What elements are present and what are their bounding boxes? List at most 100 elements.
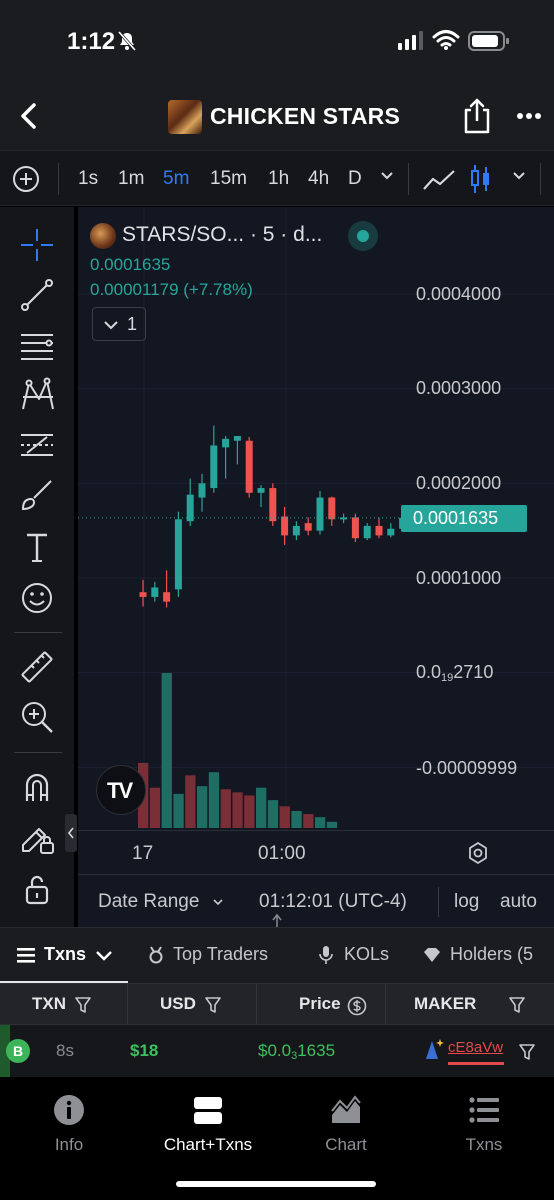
filter-icon[interactable]: [204, 996, 222, 1014]
filter-icon[interactable]: [74, 996, 92, 1014]
pair-label[interactable]: STARS/SO... · 5 · d...: [122, 223, 322, 247]
cellular-signal-icon: [398, 31, 423, 50]
pattern-tool-icon[interactable]: [19, 377, 55, 413]
interval-5m[interactable]: 5m: [163, 168, 189, 190]
tab-kols[interactable]: KOLs: [344, 944, 389, 965]
magnet-icon[interactable]: [19, 769, 55, 805]
divider: [438, 887, 439, 917]
candle-body: [186, 494, 194, 522]
filter-maker-icon[interactable]: [518, 1043, 536, 1061]
tab-top-traders[interactable]: Top Traders: [173, 944, 268, 965]
x-axis-label: 17: [132, 843, 154, 864]
battery-icon: [468, 31, 509, 51]
toolbar-divider: [58, 163, 59, 195]
volume-bar: [220, 789, 231, 828]
zoom-in-icon[interactable]: [19, 699, 55, 735]
interval-1m[interactable]: 1m: [118, 168, 144, 190]
nav-chart[interactable]: Chart: [286, 1093, 406, 1155]
prediction-tool-icon[interactable]: [19, 427, 55, 463]
legend-change: 0.00001179 (+7.78%): [90, 280, 253, 299]
share-icon[interactable]: [462, 98, 492, 134]
y-axis-label: 0.0003000: [416, 378, 502, 398]
page-title: CHICKEN STARS: [210, 103, 401, 129]
nav-chart-txns[interactable]: Chart+Txns: [148, 1093, 268, 1155]
unlock-icon[interactable]: [19, 871, 55, 907]
volume-bar: [303, 814, 314, 828]
app-header: CHICKEN STARS: [0, 84, 554, 150]
col-price[interactable]: Price: [257, 984, 386, 1026]
price-chart[interactable]: STARS/SO... · 5 · d... 0.0001635 0.00001…: [78, 207, 554, 927]
candle-body: [363, 525, 371, 539]
crosshair-icon[interactable]: [19, 227, 55, 263]
candle-body: [151, 587, 159, 597]
table-row[interactable]: B 8s $18 $0.031635 cE8aVw: [0, 1025, 554, 1077]
candle-body: [245, 440, 253, 493]
fib-retracement-icon[interactable]: [19, 327, 55, 363]
chart-type-chevron-down-icon[interactable]: [512, 169, 526, 183]
candle-body: [139, 592, 147, 597]
log-scale-toggle[interactable]: log: [454, 891, 479, 913]
tab-txns[interactable]: Txns: [44, 944, 86, 965]
col-maker-label: MAKER: [414, 994, 477, 1013]
back-arrow-icon[interactable]: [14, 101, 44, 131]
chart-settings-icon[interactable]: [466, 841, 490, 865]
volume-bar: [315, 817, 326, 828]
tab-txns-chevron-down-icon[interactable]: [94, 945, 114, 965]
txns-table-header: TXN USD Price MAKER: [0, 983, 554, 1026]
candle-body: [351, 517, 359, 539]
live-status-dot: [348, 221, 378, 251]
interval-15m[interactable]: 15m: [210, 168, 247, 190]
indicators-toggle[interactable]: 1: [92, 307, 146, 341]
wifi-icon: [432, 30, 460, 50]
text-tool-icon[interactable]: [19, 529, 55, 565]
brush-icon[interactable]: [19, 477, 55, 513]
tab-holders[interactable]: Holders (5: [450, 944, 533, 965]
tradingview-logo[interactable]: TV: [96, 765, 146, 815]
lock-drawing-icon[interactable]: [19, 819, 55, 855]
interval-1h[interactable]: 1h: [268, 168, 289, 190]
token-avatar: [168, 100, 202, 134]
txn-price: $0.031635: [258, 1041, 335, 1062]
split-view-icon: [194, 1097, 222, 1124]
col-usd[interactable]: USD: [128, 984, 257, 1026]
candle-body: [222, 438, 230, 448]
trend-line-icon[interactable]: [19, 277, 55, 313]
interval-4h[interactable]: 4h: [308, 168, 329, 190]
candle-body: [163, 592, 171, 602]
interval-chevron-down-icon[interactable]: [380, 169, 394, 183]
date-range-chevron-down-icon[interactable]: [212, 897, 224, 907]
candle-body: [174, 519, 182, 590]
nav-info-label: Info: [54, 1135, 84, 1154]
interval-1s[interactable]: 1s: [78, 168, 98, 190]
txn-type-badge: B: [6, 1039, 30, 1063]
tools-divider: [14, 752, 62, 753]
auto-scale-toggle[interactable]: auto: [500, 891, 537, 913]
status-time: 1:12: [67, 28, 116, 55]
interval-d[interactable]: D: [348, 168, 362, 190]
legend-price: 0.0001635: [90, 255, 171, 274]
maker-address-link[interactable]: cE8aVw: [448, 1039, 503, 1056]
nav-txns[interactable]: Txns: [424, 1093, 544, 1155]
add-indicator-icon[interactable]: [12, 165, 40, 193]
col-maker[interactable]: MAKER: [386, 984, 554, 1026]
pair-avatar: [90, 223, 116, 249]
line-chart-icon[interactable]: [422, 167, 456, 193]
col-txn[interactable]: TXN: [0, 984, 128, 1026]
filter-icon[interactable]: [508, 996, 526, 1014]
candlestick-icon[interactable]: [470, 163, 492, 195]
timezone-clock[interactable]: 01:12:01 (UTC-4): [259, 891, 407, 913]
date-range-button[interactable]: Date Range: [98, 891, 199, 913]
col-price-label: Price: [299, 994, 341, 1013]
emoji-icon[interactable]: [19, 580, 55, 616]
nav-info[interactable]: Info: [9, 1093, 129, 1155]
info-icon: [54, 1095, 84, 1125]
volume-bar: [279, 806, 290, 828]
more-options-icon[interactable]: [516, 106, 542, 126]
toolbar-collapse-handle[interactable]: [65, 814, 77, 852]
y-label-main: 0.0: [416, 662, 442, 682]
volume-bar: [208, 772, 220, 828]
dollar-circle-icon[interactable]: [347, 996, 367, 1016]
y-axis-label: 0.0004000: [416, 284, 502, 304]
y-axis-label: -0.00009999: [416, 758, 518, 778]
ruler-icon[interactable]: [19, 649, 55, 685]
